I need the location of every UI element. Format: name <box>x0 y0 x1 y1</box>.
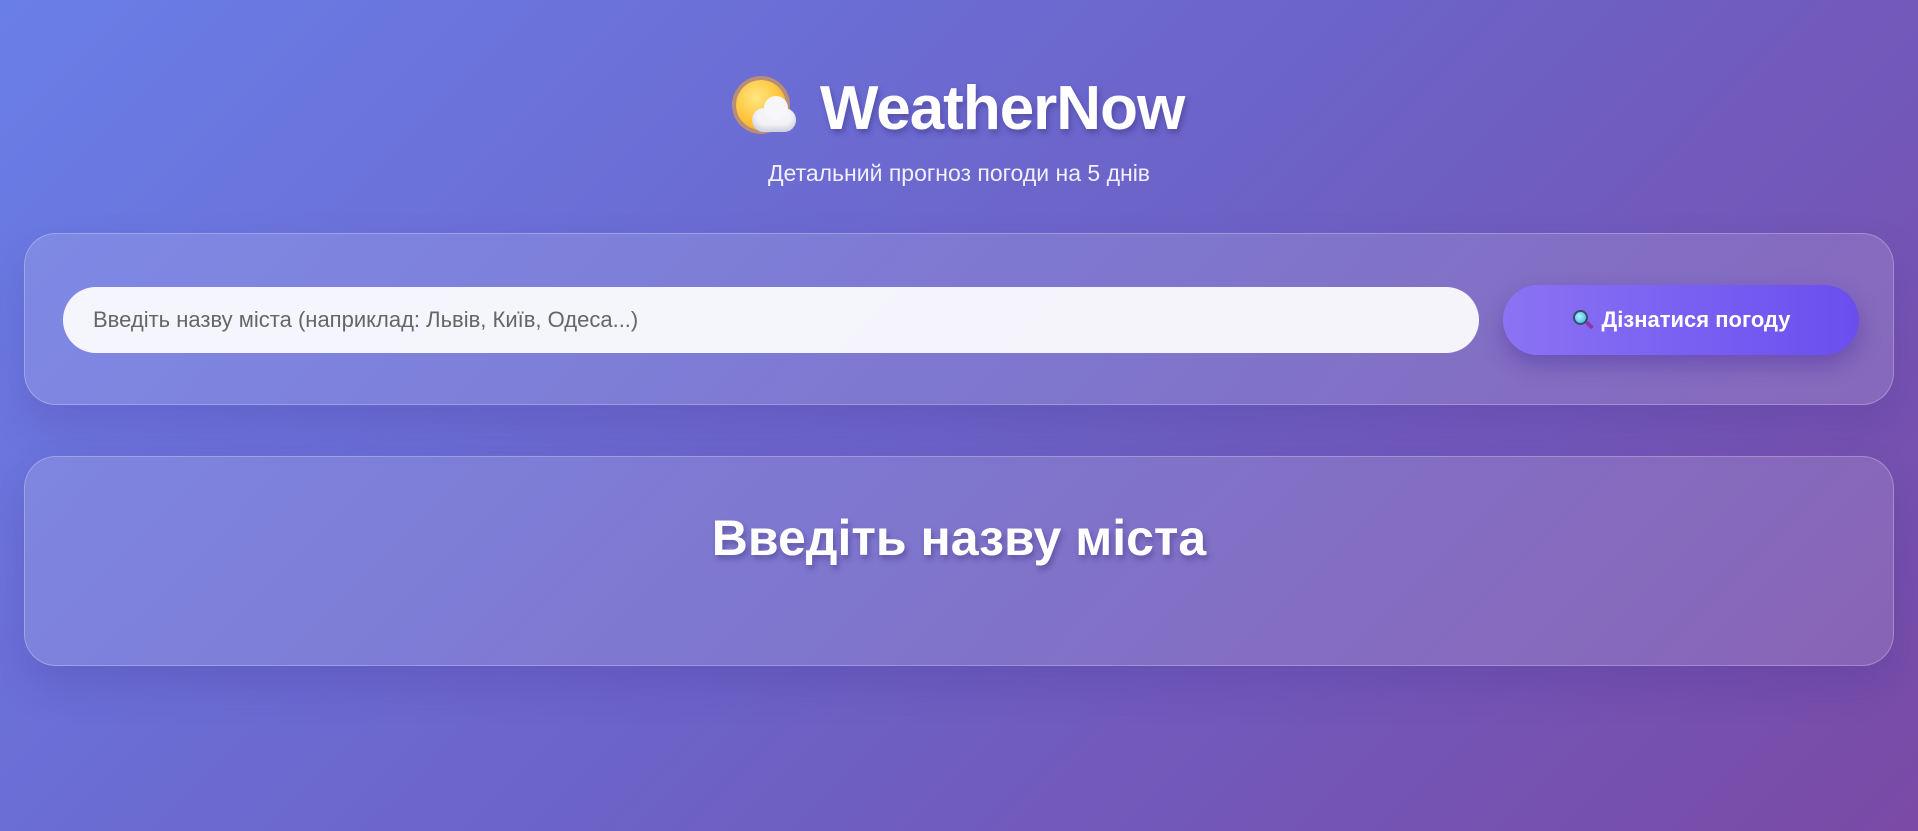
magnifier-icon <box>1572 309 1594 331</box>
get-weather-button-label: Дізнатися погоду <box>1601 307 1791 332</box>
app-header: WeatherNow Детальний прогноз погоди на 5… <box>0 70 1918 187</box>
sun-behind-cloud-icon <box>734 76 798 140</box>
city-search-input[interactable] <box>63 287 1479 353</box>
search-card: Дізнатися погоду <box>24 233 1894 405</box>
result-card: Введіть назву міста <box>24 456 1894 666</box>
get-weather-button[interactable]: Дізнатися погоду <box>1503 285 1859 355</box>
magnifier-handle <box>1584 320 1594 330</box>
app-subtitle: Детальний прогноз погоди на 5 днів <box>767 160 1151 186</box>
title-row: WeatherNow <box>0 70 1918 146</box>
result-heading: Введіть назву міста <box>711 510 1207 566</box>
cloud-shape <box>751 96 796 132</box>
app-title: WeatherNow <box>819 73 1185 143</box>
